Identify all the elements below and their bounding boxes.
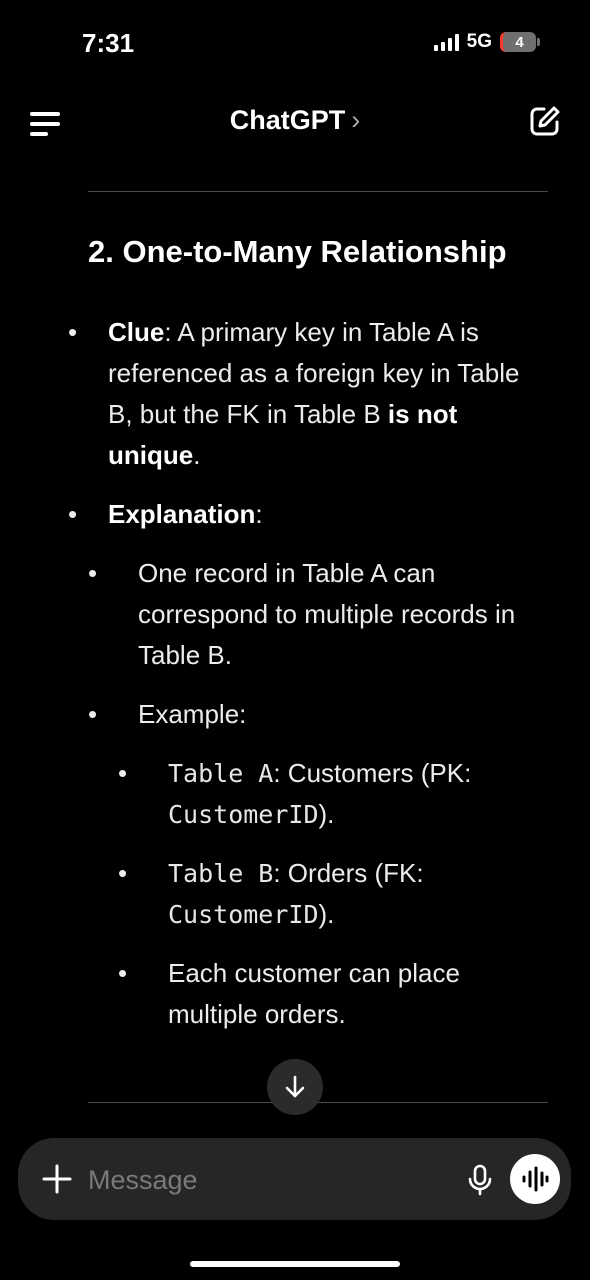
section-divider [88, 191, 548, 192]
inline-code: Table A [168, 759, 274, 789]
example-item: Each customer can place multiple orders. [118, 953, 538, 1035]
microphone-icon[interactable] [464, 1163, 496, 1197]
example-item: Table A: Customers (PK: CustomerID). [118, 753, 538, 835]
compose-icon[interactable] [528, 104, 562, 138]
explanation-label: Explanation [108, 499, 256, 530]
battery-level: 4 [515, 33, 524, 51]
example-text: : Customers (PK: [273, 758, 472, 789]
example-text: ). [318, 799, 335, 830]
app-title: ChatGPT [229, 105, 346, 135]
message-composer [18, 1138, 571, 1220]
inline-code: Table B [168, 859, 274, 889]
chevron-right-icon: › [351, 105, 361, 135]
example-text: : Orders (FK: [273, 858, 424, 889]
voice-mode-button[interactable] [510, 1154, 560, 1204]
signal-icon [433, 33, 459, 51]
battery-icon: 4 [500, 32, 540, 52]
clue-label: Clue [108, 317, 165, 348]
assistant-message: 2. One-to-Many Relationship Clue: A prim… [68, 232, 538, 1035]
scroll-to-bottom-button[interactable] [267, 1059, 323, 1115]
list-item-explanation: Explanation: One record in Table A can c… [68, 494, 538, 1035]
voice-waveform-icon [522, 1166, 549, 1192]
inline-code: CustomerID [168, 900, 319, 930]
example-label: Example: [138, 699, 247, 730]
section-heading: 2. One-to-Many Relationship [88, 234, 507, 269]
status-indicators: 5G 4 [433, 31, 540, 53]
status-time: 7:31 [82, 28, 135, 58]
example-item: Table B: Orders (FK: CustomerID). [118, 853, 538, 935]
clue-text: : A primary key in Table A is referenced… [108, 317, 520, 430]
list-item-clue: Clue: A primary key in Table A is refere… [68, 312, 538, 476]
clue-period: . [193, 440, 201, 471]
model-selector[interactable]: ChatGPT › [0, 105, 590, 136]
example-text: ). [318, 899, 335, 930]
list-item-point: One record in Table A can correspond to … [88, 553, 538, 676]
explanation-colon: : [255, 499, 263, 530]
list-item-example: Example: Table A: Customers (PK: Custome… [88, 694, 538, 1035]
message-input[interactable] [86, 1158, 450, 1202]
plus-icon[interactable] [40, 1162, 74, 1196]
network-type: 5G [466, 31, 492, 52]
inline-code: CustomerID [168, 800, 319, 830]
home-indicator [190, 1261, 400, 1267]
arrow-down-icon [285, 1075, 305, 1098]
